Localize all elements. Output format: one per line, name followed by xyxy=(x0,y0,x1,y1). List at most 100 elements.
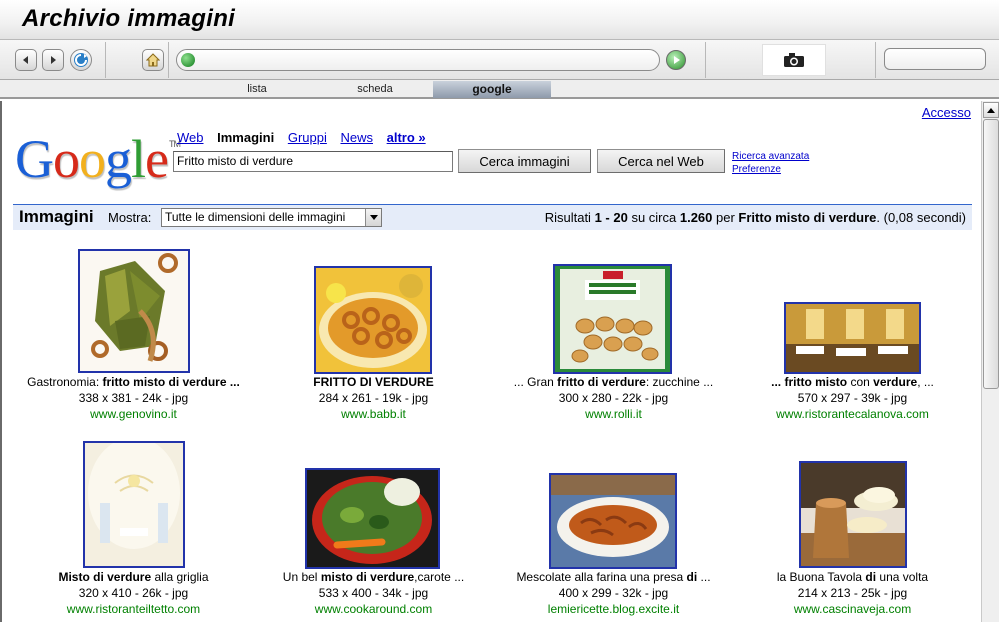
result-caption[interactable]: ... fritto misto con verdure, ... xyxy=(730,375,975,389)
result-caption[interactable]: la Buona Tavola di una volta xyxy=(730,570,975,584)
tab-scheda[interactable]: scheda xyxy=(340,81,410,98)
bright-hall-image xyxy=(85,443,183,566)
toolbar-separator xyxy=(705,42,706,78)
title-bar: Archivio immagini xyxy=(0,0,999,40)
result-caption[interactable]: Misto di verdure alla griglia xyxy=(11,570,256,584)
accesso-link[interactable]: Accesso xyxy=(922,105,971,120)
logo-letter: o xyxy=(79,129,106,189)
result-caption[interactable]: Un bel misto di verdure,carote ... xyxy=(251,570,496,584)
result-meta: 338 x 381 - 24k - jpg xyxy=(78,391,189,405)
logo-letter: g xyxy=(105,129,132,189)
back-arrow-icon xyxy=(23,56,28,64)
vegetables-colander-image xyxy=(307,470,438,567)
result-caption[interactable]: Mescolate alla farina una presa di ... xyxy=(491,570,736,584)
result-thumbnail[interactable] xyxy=(553,264,672,374)
url-bar[interactable] xyxy=(176,49,660,71)
size-filter-value: Tutte le dimensioni delle immagini xyxy=(165,210,346,224)
back-button[interactable] xyxy=(15,49,37,71)
nav-news-link[interactable]: News xyxy=(340,130,373,145)
tab-lista[interactable]: lista xyxy=(225,81,289,98)
fried-vegetables-image xyxy=(80,251,188,371)
nav-groups-link[interactable]: Gruppi xyxy=(288,130,327,145)
result-site[interactable]: www.ristoranteiltetto.com xyxy=(11,602,256,616)
search-query-input[interactable]: Fritto misto di verdure xyxy=(173,151,453,172)
reload-icon xyxy=(74,53,88,67)
search-category-nav: Web Immagini Gruppi News altro » xyxy=(177,130,436,145)
url-input[interactable] xyxy=(199,52,649,68)
preferences-link[interactable]: Preferenze xyxy=(732,163,809,176)
forward-button[interactable] xyxy=(42,49,64,71)
browser-content: Accesso GoogleTM Web Immagini Gruppi New… xyxy=(0,101,999,622)
cheese-and-pot-image xyxy=(801,463,905,566)
result-meta: 400 x 299 - 32k - jpg xyxy=(558,586,669,600)
view-tabs: lista scheda google xyxy=(0,80,999,99)
tab-google[interactable]: google xyxy=(433,81,551,98)
search-options-links: Ricerca avanzata Preferenze xyxy=(732,150,809,176)
result-meta: 570 x 297 - 39k - jpg xyxy=(797,391,908,405)
result-site[interactable]: www.rolli.it xyxy=(491,407,736,421)
result-meta: 300 x 280 - 22k - jpg xyxy=(558,391,669,405)
result-caption[interactable]: Gastronomia: fritto misto di verdure ... xyxy=(11,375,256,389)
logo-letter: o xyxy=(53,129,80,189)
vertical-scrollbar[interactable] xyxy=(981,101,999,622)
camera-icon xyxy=(784,53,804,67)
result-caption[interactable]: FRITTO DI VERDURE xyxy=(251,375,496,389)
window-title: Archivio immagini xyxy=(22,5,236,32)
result-site[interactable]: lemiericette.blog.excite.it xyxy=(491,602,736,616)
scroll-up-button[interactable] xyxy=(983,102,999,118)
chevron-down-icon xyxy=(365,209,381,226)
frozen-artichoke-package-image xyxy=(555,266,670,372)
results-section-title: Immagini xyxy=(19,207,94,226)
toolbar-separator xyxy=(168,42,169,78)
logo-letter: l xyxy=(131,129,146,189)
result-meta: 284 x 261 - 19k - jpg xyxy=(318,391,429,405)
reload-button[interactable] xyxy=(70,49,92,71)
size-filter-label: Mostra: xyxy=(108,210,152,225)
results-header-bar: Immagini Mostra: Tutte le dimensioni del… xyxy=(13,204,972,230)
nav-web-link[interactable]: Web xyxy=(177,130,204,145)
fried-calamari-image xyxy=(316,268,430,372)
result-site[interactable]: www.cookaround.com xyxy=(251,602,496,616)
fried-platter-image xyxy=(551,475,675,567)
globe-icon xyxy=(181,53,195,67)
result-meta: 214 x 213 - 25k - jpg xyxy=(797,586,908,600)
restaurant-dining-room-image xyxy=(786,304,919,372)
camera-button[interactable] xyxy=(762,44,826,76)
result-caption[interactable]: ... Gran fritto di verdure: zucchine ... xyxy=(491,375,736,389)
advanced-search-link[interactable]: Ricerca avanzata xyxy=(732,150,809,163)
search-images-button[interactable]: Cerca immagini xyxy=(458,149,591,173)
chevron-up-icon xyxy=(987,107,995,113)
toolbar-separator xyxy=(105,42,106,78)
result-thumbnail[interactable] xyxy=(314,266,432,374)
home-icon xyxy=(146,53,160,67)
result-meta: 320 x 410 - 26k - jpg xyxy=(78,586,189,600)
result-thumbnail[interactable] xyxy=(784,302,921,374)
toolbar-separator xyxy=(875,42,876,78)
go-button[interactable] xyxy=(666,50,686,70)
home-button[interactable] xyxy=(142,49,164,71)
nav-images-current: Immagini xyxy=(217,130,275,145)
result-site[interactable]: www.genovino.it xyxy=(11,407,256,421)
toolbar xyxy=(0,40,999,80)
result-thumbnail[interactable] xyxy=(78,249,190,373)
search-web-button[interactable]: Cerca nel Web xyxy=(597,149,725,173)
toolbar-search-input[interactable] xyxy=(885,49,985,69)
result-thumbnail[interactable] xyxy=(549,473,677,569)
google-logo[interactable]: GoogleTM xyxy=(15,129,181,189)
size-filter-select[interactable]: Tutte le dimensioni delle immagini xyxy=(161,208,382,227)
nav-more-link[interactable]: altro » xyxy=(387,130,426,145)
scrollbar-thumb[interactable] xyxy=(983,119,999,389)
result-thumbnail[interactable] xyxy=(799,461,907,568)
result-site[interactable]: www.cascinaveja.com xyxy=(730,602,975,616)
logo-letter: e xyxy=(145,129,169,189)
result-thumbnail[interactable] xyxy=(83,441,185,568)
result-thumbnail[interactable] xyxy=(305,468,440,569)
result-meta: 533 x 400 - 34k - jpg xyxy=(318,586,429,600)
forward-arrow-icon xyxy=(51,56,56,64)
toolbar-search-box[interactable] xyxy=(884,48,986,70)
result-site[interactable]: www.babb.it xyxy=(251,407,496,421)
app-window: Archivio immagini lista scheda google Ac… xyxy=(0,0,999,622)
result-site[interactable]: www.ristorantecalanova.com xyxy=(730,407,975,421)
results-stats: Risultati 1 - 20 su circa 1.260 per Frit… xyxy=(544,210,966,225)
logo-letter: G xyxy=(15,129,54,189)
